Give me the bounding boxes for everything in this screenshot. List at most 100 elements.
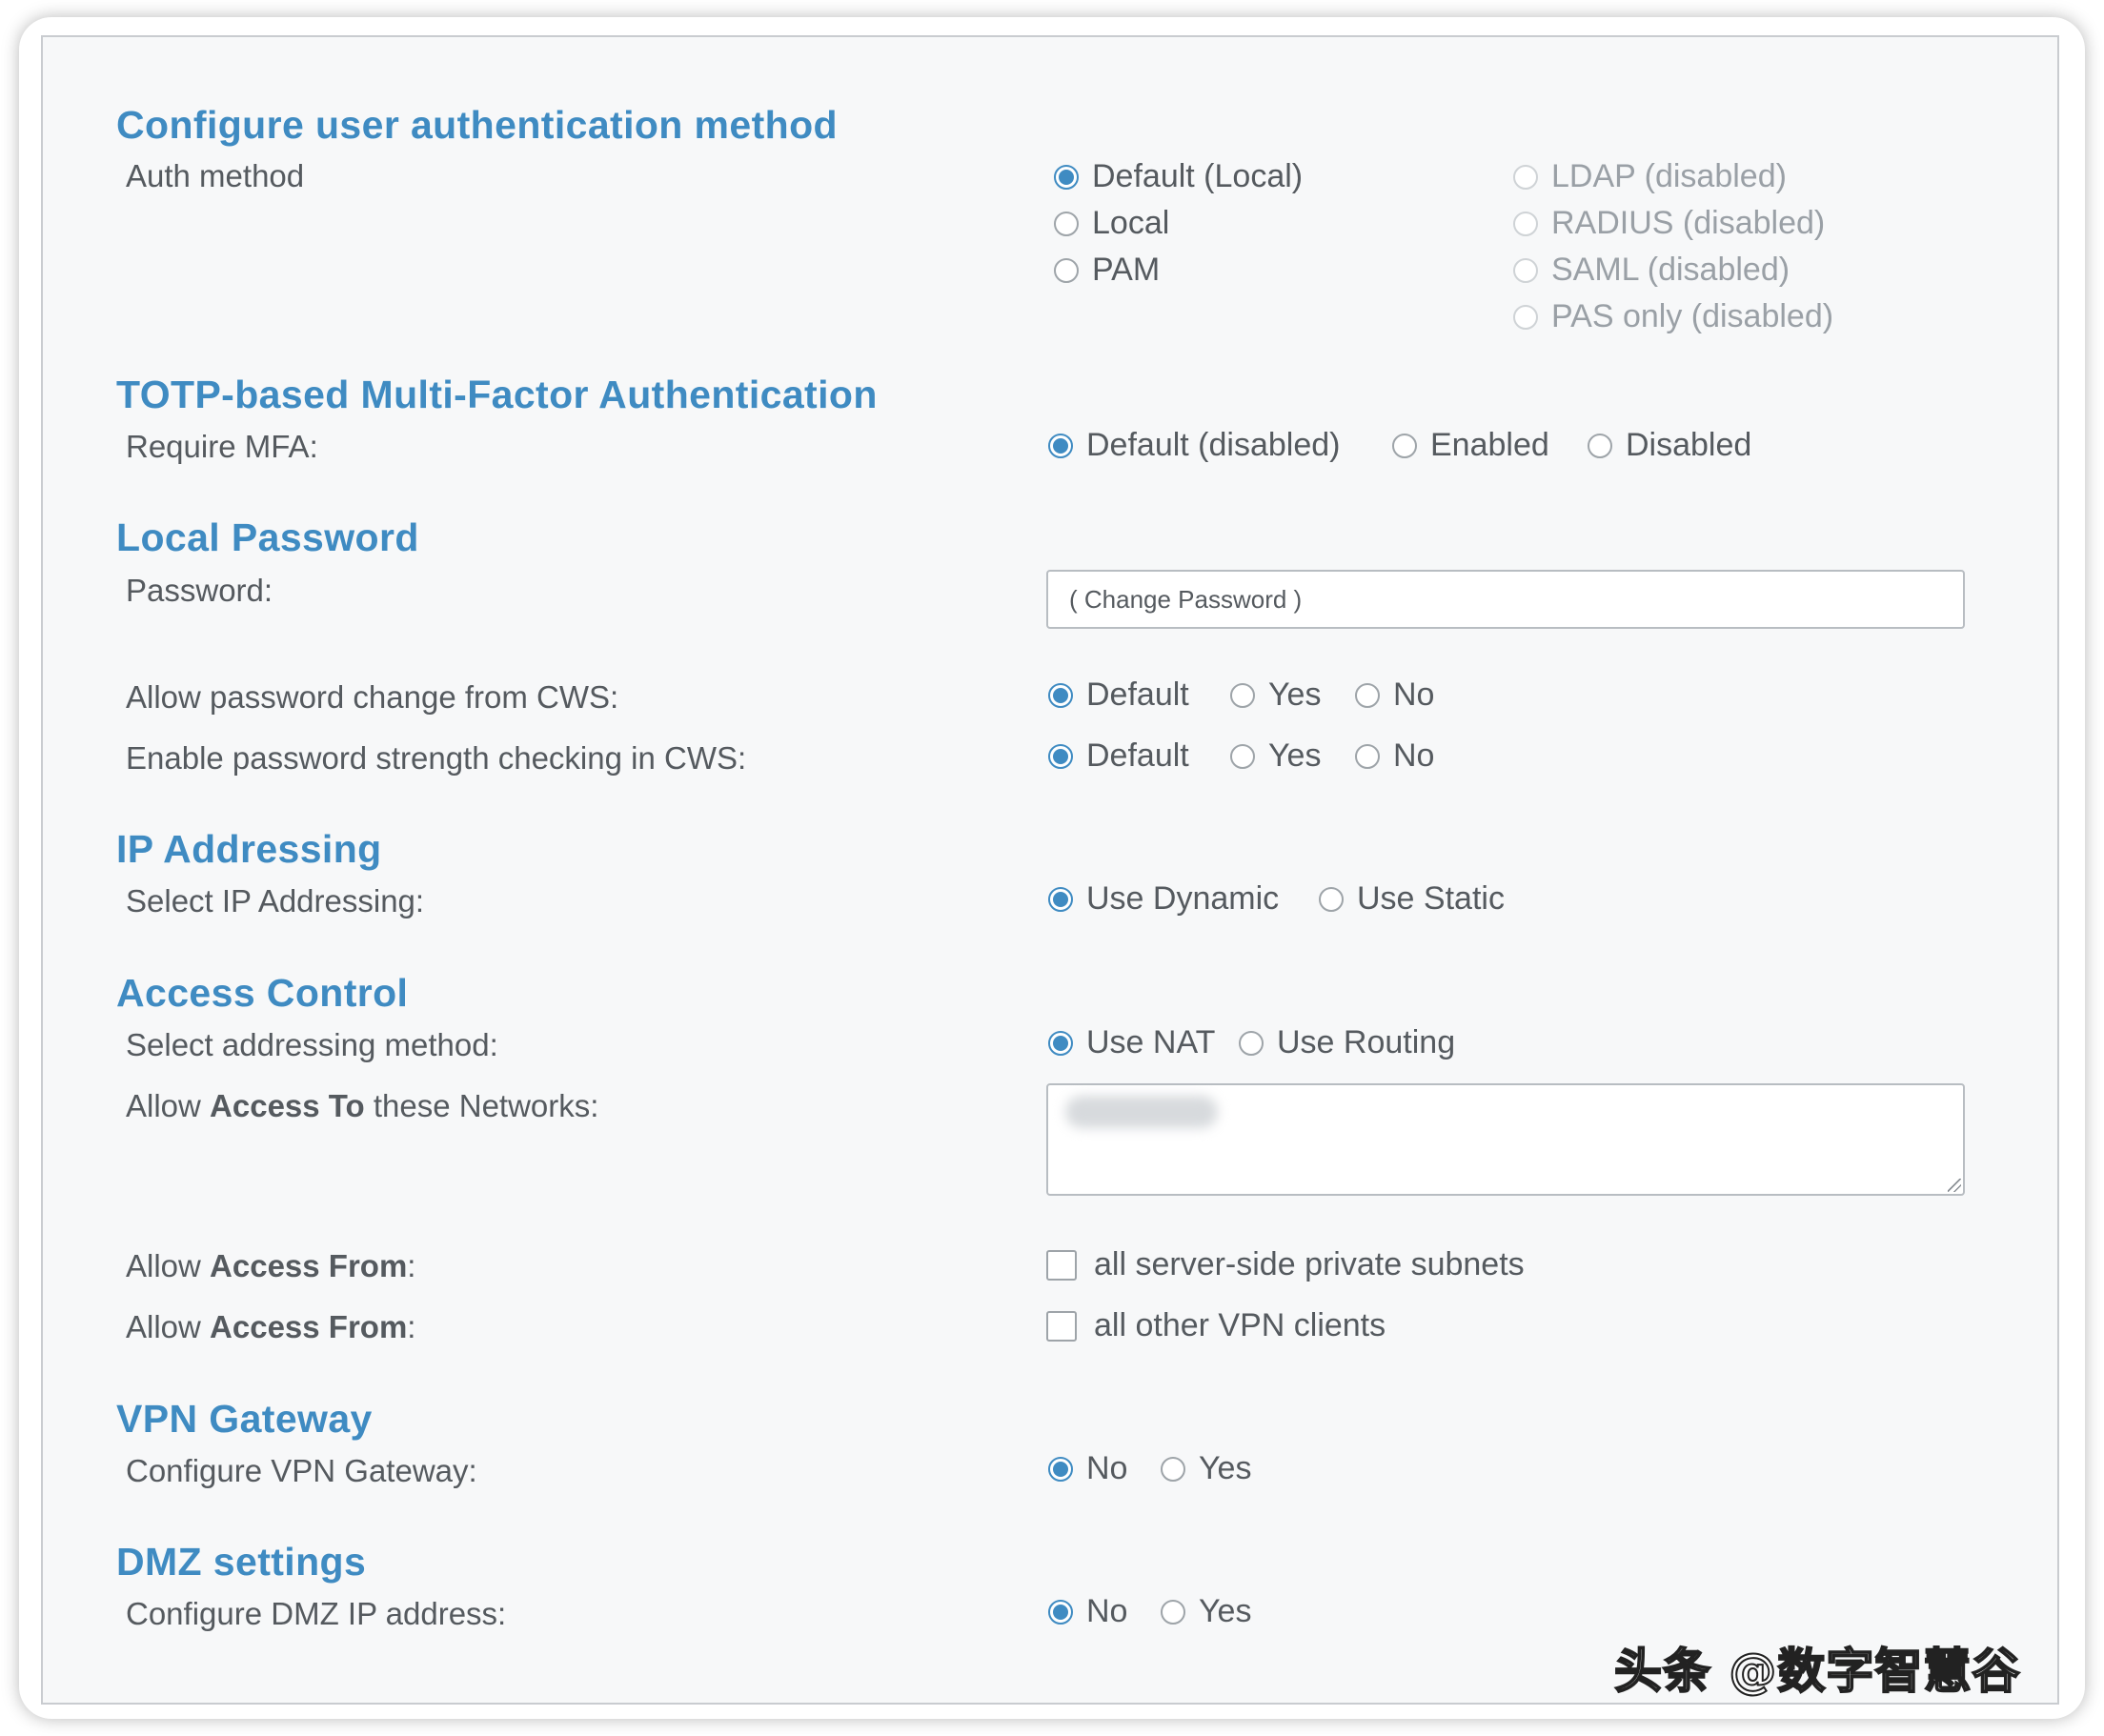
gateway-option-no[interactable]: No — [1048, 1450, 1127, 1487]
auth-option-label: LDAP (disabled) — [1551, 158, 1787, 194]
redacted-network-value — [1065, 1096, 1218, 1128]
access-option-nat[interactable]: Use NAT — [1048, 1024, 1215, 1061]
radio-use-nat[interactable] — [1048, 1030, 1073, 1056]
auth-option-label: Default (Local) — [1092, 158, 1304, 194]
vpn-gateway-label: Configure VPN Gateway: — [126, 1453, 477, 1488]
gateway-option-yes[interactable]: Yes — [1161, 1450, 1251, 1487]
radio-cws-change-default[interactable] — [1048, 682, 1073, 708]
password-strength-label: Enable password strength checking in CWS… — [126, 740, 747, 776]
option-label: Yes — [1268, 676, 1322, 713]
radio-cws-strength-yes[interactable] — [1230, 743, 1255, 769]
dmz-ip-label: Configure DMZ IP address: — [126, 1596, 507, 1631]
auth-option-pas-only: PAS only (disabled) — [1513, 298, 1833, 335]
radio-local[interactable] — [1054, 211, 1079, 236]
section-title-mfa: TOTP-based Multi-Factor Authentication — [116, 373, 878, 416]
option-label: Use Static — [1357, 880, 1505, 917]
addressing-method-label: Select addressing method: — [126, 1027, 498, 1062]
auth-option-label: SAML (disabled) — [1551, 252, 1790, 288]
allow-access-from-label-2: Allow Access From: — [126, 1309, 416, 1344]
radio-mfa-enabled[interactable] — [1392, 433, 1417, 458]
option-label: Use Routing — [1277, 1024, 1456, 1060]
radio-mfa-disabled[interactable] — [1588, 433, 1612, 458]
mfa-option-label: Disabled — [1626, 427, 1752, 463]
radio-gateway-yes[interactable] — [1161, 1456, 1185, 1482]
section-title-auth: Configure user authentication method — [116, 103, 838, 147]
password-label: Password: — [126, 573, 273, 608]
auth-option-label: PAS only (disabled) — [1551, 298, 1834, 334]
radio-dmz-no[interactable] — [1048, 1599, 1073, 1625]
access-from-private-subnets[interactable]: all server-side private subnets — [1046, 1246, 1525, 1283]
cws-strength-no[interactable]: No — [1355, 737, 1434, 775]
password-input[interactable] — [1046, 570, 1965, 629]
ip-option-dynamic[interactable]: Use Dynamic — [1048, 880, 1279, 918]
cws-strength-default[interactable]: Default — [1048, 737, 1189, 775]
auth-option-pam[interactable]: PAM — [1054, 252, 1160, 289]
option-label: Yes — [1199, 1450, 1252, 1486]
option-label: No — [1086, 1450, 1128, 1486]
mfa-option-label: Default (disabled) — [1086, 427, 1341, 463]
option-label: all server-side private subnets — [1094, 1246, 1525, 1282]
resize-grip-icon[interactable] — [1948, 1179, 1961, 1192]
cws-change-yes[interactable]: Yes — [1230, 676, 1321, 714]
dmz-option-yes[interactable]: Yes — [1161, 1593, 1251, 1630]
auth-method-label: Auth method — [126, 158, 305, 193]
auth-option-ldap: LDAP (disabled) — [1513, 158, 1787, 195]
radio-cws-strength-default[interactable] — [1048, 743, 1073, 769]
radio-ip-dynamic[interactable] — [1048, 886, 1073, 912]
option-label: No — [1393, 737, 1435, 774]
radio-dmz-yes[interactable] — [1161, 1599, 1185, 1625]
section-title-dmz: DMZ settings — [116, 1540, 367, 1584]
option-label: No — [1086, 1593, 1128, 1629]
mfa-option-enabled[interactable]: Enabled — [1392, 427, 1549, 464]
radio-ldap — [1513, 164, 1538, 190]
access-option-routing[interactable]: Use Routing — [1239, 1024, 1455, 1061]
auth-option-default-local[interactable]: Default (Local) — [1054, 158, 1303, 195]
ip-option-static[interactable]: Use Static — [1319, 880, 1505, 918]
checkbox-vpn-clients[interactable] — [1046, 1310, 1077, 1342]
option-label: Default — [1086, 676, 1189, 713]
radio-cws-change-no[interactable] — [1355, 682, 1380, 708]
cws-change-default[interactable]: Default — [1048, 676, 1189, 714]
allow-access-from-label: Allow Access From: — [126, 1248, 416, 1283]
checkbox-private-subnets[interactable] — [1046, 1249, 1077, 1281]
mfa-option-default[interactable]: Default (disabled) — [1048, 427, 1340, 464]
watermark-text: 头条 @数字智慧谷 — [1613, 1643, 2021, 1700]
radio-use-routing[interactable] — [1239, 1030, 1264, 1056]
auth-option-local[interactable]: Local — [1054, 205, 1169, 242]
option-label: Default — [1086, 737, 1189, 774]
option-label: all other VPN clients — [1094, 1307, 1386, 1343]
radio-radius — [1513, 211, 1538, 236]
radio-cws-change-yes[interactable] — [1230, 682, 1255, 708]
auth-option-radius: RADIUS (disabled) — [1513, 205, 1825, 242]
mfa-option-label: Enabled — [1430, 427, 1549, 463]
radio-pas-only — [1513, 304, 1538, 330]
allow-access-to-label: Allow Access To these Networks: — [126, 1088, 599, 1123]
section-title-gateway: VPN Gateway — [116, 1397, 373, 1441]
radio-gateway-no[interactable] — [1048, 1456, 1073, 1482]
dmz-option-no[interactable]: No — [1048, 1593, 1127, 1630]
radio-cws-strength-no[interactable] — [1355, 743, 1380, 769]
section-title-password: Local Password — [116, 515, 419, 559]
section-title-ip: IP Addressing — [116, 827, 382, 871]
option-label: Yes — [1199, 1593, 1252, 1629]
access-from-vpn-clients[interactable]: all other VPN clients — [1046, 1307, 1386, 1344]
section-title-access: Access Control — [116, 971, 409, 1015]
radio-pam[interactable] — [1054, 257, 1079, 283]
radio-mfa-default[interactable] — [1048, 433, 1073, 458]
auth-option-label: PAM — [1092, 252, 1161, 288]
mfa-option-disabled[interactable]: Disabled — [1588, 427, 1751, 464]
option-label: No — [1393, 676, 1435, 713]
auth-option-label: RADIUS (disabled) — [1551, 205, 1826, 241]
cws-strength-yes[interactable]: Yes — [1230, 737, 1321, 775]
allow-password-change-label: Allow password change from CWS: — [126, 679, 619, 715]
radio-ip-static[interactable] — [1319, 886, 1344, 912]
radio-saml — [1513, 257, 1538, 283]
auth-option-saml: SAML (disabled) — [1513, 252, 1790, 289]
option-label: Use NAT — [1086, 1024, 1216, 1060]
cws-change-no[interactable]: No — [1355, 676, 1434, 714]
option-label: Use Dynamic — [1086, 880, 1280, 917]
ip-addressing-label: Select IP Addressing: — [126, 883, 425, 918]
option-label: Yes — [1268, 737, 1322, 774]
radio-default-local[interactable] — [1054, 164, 1079, 190]
require-mfa-label: Require MFA: — [126, 429, 318, 464]
